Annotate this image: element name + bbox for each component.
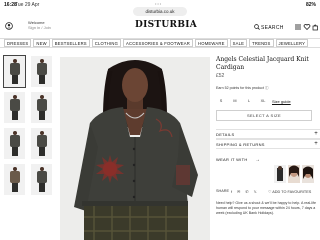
suggested-item-2[interactable] <box>288 165 300 183</box>
site-header: Welcome Sign in / Join DISTURBIA SEARCH <box>0 17 320 37</box>
battery-indicator: 82% <box>305 2 316 8</box>
nav-item-new[interactable]: NEW <box>33 39 50 47</box>
nav-item-dresses[interactable]: DRESSES <box>4 39 32 47</box>
address-bar[interactable]: disturbia.co.uk <box>133 7 187 16</box>
size-option-xl[interactable]: XL <box>258 97 268 105</box>
category-nav: DRESSES NEW BESTSELLERS CLOTHING ACCESSO… <box>0 38 320 48</box>
welcome-block[interactable]: Welcome Sign in / Join <box>28 20 51 30</box>
search-icon <box>254 24 260 30</box>
main-product-image[interactable] <box>60 57 210 240</box>
suggested-item-1[interactable] <box>274 165 286 183</box>
shipping-label: SHIPPING & RETURNS <box>216 142 265 147</box>
thumbnail-2[interactable] <box>31 56 52 87</box>
thumbnail-5[interactable] <box>4 128 25 159</box>
share-row: SHARE f ✉ ✆ 𝕏 ♡ ADD TO FAVOURITES <box>216 189 320 197</box>
thumbnail-6[interactable] <box>31 128 52 159</box>
nav-item-homeware[interactable]: HOMEWARE <box>195 39 228 47</box>
thumbnail-3[interactable] <box>4 92 25 123</box>
nav-item-clothing[interactable]: CLOTHING <box>91 39 122 47</box>
size-selector: S M L XL Size guide <box>216 97 320 105</box>
suggested-item-3[interactable] <box>302 165 314 183</box>
size-option-l[interactable]: L <box>244 97 254 105</box>
product-panel: Angels Celestial Jacquard Knit Cardigan … <box>216 56 320 215</box>
thumbnail-1[interactable] <box>3 55 26 88</box>
nav-item-sale[interactable]: SALE <box>229 39 248 47</box>
nav-item-bestsellers[interactable]: BESTSELLERS <box>51 39 90 47</box>
add-to-favourites-button[interactable]: ♡ ADD TO FAVOURITES <box>268 189 311 194</box>
nav-item-accessories[interactable]: ACCESSORIES & FOOTWEAR <box>123 39 194 47</box>
shipping-accordion[interactable]: SHIPPING & RETURNS + <box>216 139 320 149</box>
status-date: Tue 29 Apr <box>15 2 40 8</box>
wear-it-with-section: WEAR IT WITH → <box>216 157 320 183</box>
nav-item-trends[interactable]: TRENDS <box>249 39 274 47</box>
product-title: Angels Celestial Jacquard Knit Cardigan <box>216 56 309 71</box>
multitask-dots-icon[interactable]: ••• <box>155 2 165 6</box>
thumbnail-7[interactable] <box>4 164 25 195</box>
search-button[interactable]: SEARCH <box>254 24 284 31</box>
search-label: SEARCH <box>261 25 284 31</box>
details-accordion[interactable]: DETAILS + <box>216 129 320 139</box>
site-logo[interactable]: DISTURBIA <box>135 20 197 30</box>
help-text: Need help? Give us a shout & we'll be ha… <box>216 201 316 215</box>
wishlist-icon[interactable] <box>303 24 311 30</box>
sign-in-link[interactable]: Sign in / Join <box>28 25 51 30</box>
size-option-s[interactable]: S <box>216 97 226 105</box>
size-option-m[interactable]: M <box>230 97 240 105</box>
model-illustration <box>74 60 198 240</box>
header-actions <box>295 24 318 31</box>
arrow-right-icon[interactable]: → <box>255 157 260 163</box>
select-size-button[interactable]: SELECT A SIZE <box>216 110 312 121</box>
share-label: SHARE <box>216 189 230 193</box>
thumbnail-4[interactable] <box>31 92 52 123</box>
reward-points-text: Earn 52 points for this product ⓘ <box>216 86 269 90</box>
wear-it-with-label: WEAR IT WITH <box>216 157 248 162</box>
thumbnail-8[interactable] <box>31 164 52 195</box>
nav-item-jewellery[interactable]: JEWELLERY <box>275 39 309 47</box>
account-icon[interactable] <box>5 22 25 30</box>
menu-icon[interactable] <box>295 24 301 30</box>
share-icons[interactable]: f ✉ ✆ 𝕏 <box>231 189 259 194</box>
product-price: £52 <box>216 73 225 79</box>
expand-plus-icon: + <box>314 141 318 147</box>
details-label: DETAILS <box>216 132 235 137</box>
expand-plus-icon: + <box>314 131 318 137</box>
bag-icon[interactable] <box>312 24 318 31</box>
size-guide-link[interactable]: Size guide <box>272 99 291 104</box>
